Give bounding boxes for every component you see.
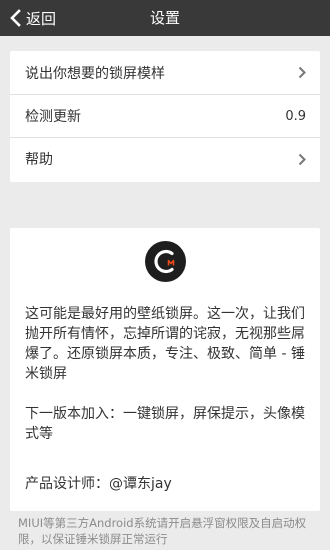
menu-item-lockscreen-feedback[interactable]: 说出你想要的锁屏模样 <box>10 51 320 94</box>
menu-item-label: 帮助 <box>25 152 53 168</box>
app-logo-icon <box>145 241 186 282</box>
menu-item-label: 检测更新 <box>25 109 81 125</box>
about-card: 这可能是最好用的壁纸锁屏。这一次，让我们抛开所有情怀，忘掉所谓的诧寂，无视那些屌… <box>10 228 320 511</box>
page-title: 设置 <box>149 9 180 27</box>
chevron-right-icon <box>298 153 306 165</box>
chevron-right-icon <box>298 66 306 79</box>
menu-item-help[interactable]: 帮助 <box>10 137 320 180</box>
about-description: 这可能是最好用的壁纸锁屏。这一次，让我们抛开所有情怀，忘掉所谓的诧寂，无视那些屌… <box>25 306 305 382</box>
permission-notice: MIUI等第三方Android系统请开启悬浮窗权限及自启动权限，以保证锤米锁屏正… <box>18 516 307 546</box>
menu-item-label: 说出你想要的锁屏模样 <box>25 65 165 82</box>
settings-menu: 说出你想要的锁屏模样 检测更新 0.9 帮助 <box>10 51 320 182</box>
menu-item-check-update[interactable]: 检测更新 0.9 <box>10 94 320 137</box>
next-version-note: 下一版本加入：一键锁屏，屏保提示，头像模式等 <box>25 406 305 442</box>
top-bar: 返回 设置 <box>0 0 330 36</box>
version-value: 0.9 <box>285 108 306 124</box>
designer-credit: 产品设计师：@谭东jay <box>25 476 172 492</box>
